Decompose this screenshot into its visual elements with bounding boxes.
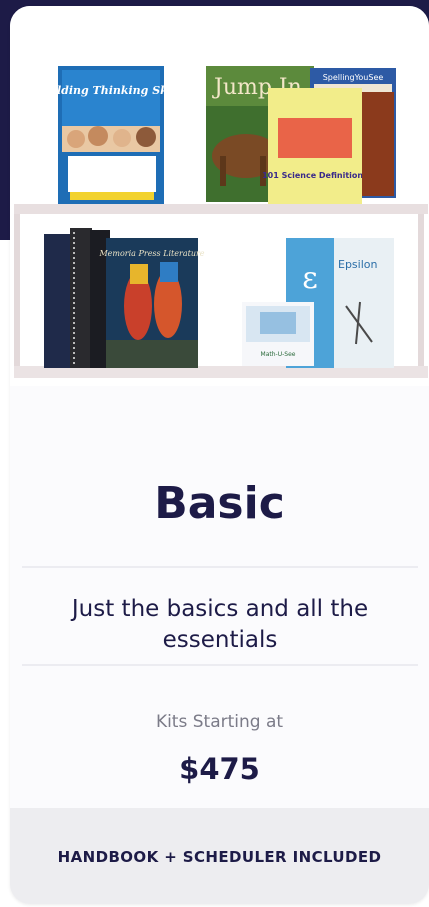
divider-bottom: [22, 664, 418, 666]
box-math-u-see: Math-U-See: [242, 302, 314, 366]
book-science-definitions: 101 Science Definitions: [262, 88, 368, 206]
curriculum-kit-photo: Building Thinking Skills Jump In Spellin…: [10, 6, 429, 386]
book-title-spelling-you-see: SpellingYouSee: [323, 73, 384, 82]
box-title-math-u-see: Math-U-See: [261, 351, 296, 358]
divider-top: [22, 566, 418, 568]
card-footer: HANDBOOK + SCHEDULER INCLUDED: [10, 808, 429, 904]
book-title-memoria-press-literature: Memoria Press Literature: [98, 249, 204, 258]
price-label: Kits Starting at: [155, 712, 284, 732]
book-title-epsilon: Epsilon: [338, 258, 378, 271]
book-title-science-definitions: 101 Science Definitions: [262, 171, 368, 180]
product-card-basic[interactable]: Building Thinking Skills Jump In Spellin…: [10, 6, 429, 904]
book-title-building-thinking-skills: Building Thinking Skills: [34, 84, 186, 97]
plan-price: $475: [179, 752, 260, 786]
plan-description: Just the basics and all the essentials: [71, 596, 369, 653]
svg-text:ε: ε: [302, 261, 318, 296]
book-memoria-press-literature: Memoria Press Literature: [98, 238, 205, 368]
plan-title: Basic: [154, 478, 285, 529]
book-building-thinking-skills: Building Thinking Skills: [34, 66, 187, 204]
footer-note: HANDBOOK + SCHEDULER INCLUDED: [57, 848, 382, 866]
